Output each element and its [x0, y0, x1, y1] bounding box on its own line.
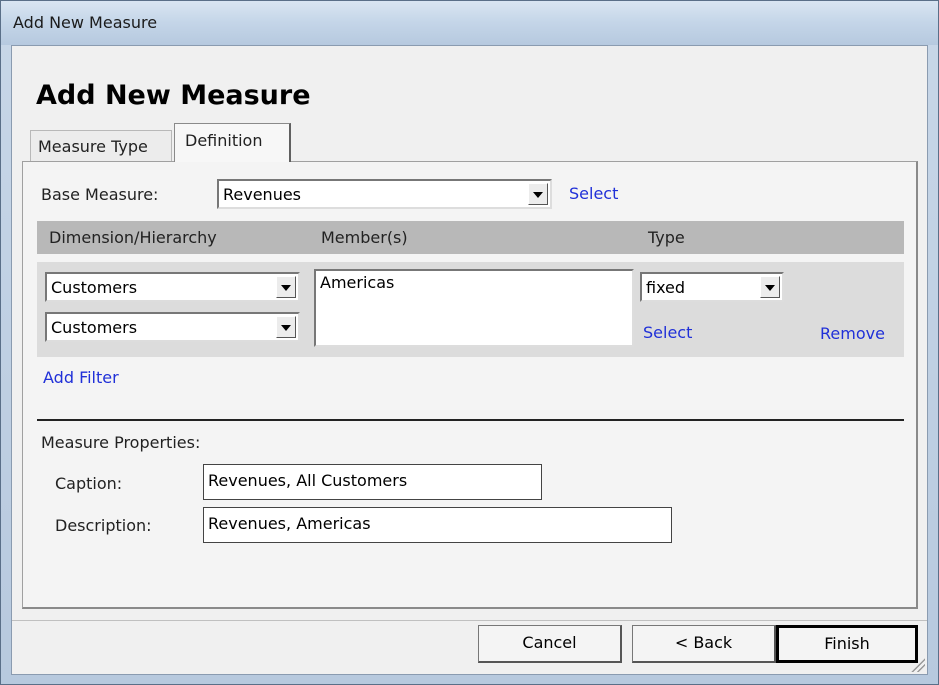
members-select-link[interactable]: Select — [643, 323, 692, 342]
dimension-select[interactable]: Customers — [45, 272, 300, 302]
section-divider — [37, 419, 904, 421]
hierarchy-select[interactable]: Customers — [45, 312, 300, 342]
remove-filter-link[interactable]: Remove — [820, 324, 885, 343]
chevron-down-icon[interactable] — [276, 316, 296, 338]
footer-separator — [12, 620, 927, 621]
base-measure-value: Revenues — [223, 185, 302, 204]
filter-row: Customers Customers Americas fixed Selec… — [37, 262, 904, 357]
caption-label: Caption: — [55, 474, 123, 493]
dialog-window: Add New Measure Add New Measure Measure … — [0, 0, 939, 685]
back-button[interactable]: < Back — [632, 625, 776, 663]
tab-definition[interactable]: Definition — [174, 123, 291, 162]
base-measure-select[interactable]: Revenues — [217, 179, 552, 209]
tab-measure-type[interactable]: Measure Type — [30, 130, 172, 161]
resize-grip-icon[interactable] — [911, 658, 925, 672]
column-header-type: Type — [648, 228, 685, 247]
add-filter-link[interactable]: Add Filter — [43, 368, 119, 387]
dialog-client-area: Add New Measure Measure Type Definition … — [11, 45, 928, 675]
description-input[interactable]: Revenues, Americas — [203, 507, 672, 543]
members-listbox[interactable]: Americas — [314, 269, 634, 347]
description-label: Description: — [55, 516, 152, 535]
dialog-heading: Add New Measure — [36, 80, 311, 111]
base-measure-label: Base Measure: — [41, 185, 159, 204]
chevron-down-icon[interactable] — [528, 183, 548, 205]
measure-properties-label: Measure Properties: — [41, 433, 201, 452]
type-value: fixed — [646, 278, 686, 297]
chevron-down-icon[interactable] — [276, 276, 296, 298]
definition-tab-panel: Base Measure: Revenues Select Dimension/… — [22, 161, 918, 609]
hierarchy-value: Customers — [51, 318, 138, 337]
dimension-value: Customers — [51, 278, 138, 297]
type-select[interactable]: fixed — [640, 272, 784, 302]
caption-value: Revenues, All Customers — [208, 471, 408, 490]
members-value: Americas — [320, 273, 395, 292]
finish-button[interactable]: Finish — [776, 625, 918, 663]
base-measure-select-link[interactable]: Select — [569, 184, 618, 203]
caption-input[interactable]: Revenues, All Customers — [203, 464, 542, 500]
chevron-down-icon[interactable] — [760, 276, 780, 298]
filter-header-band: Dimension/Hierarchy Member(s) Type — [37, 221, 904, 254]
window-title: Add New Measure — [13, 13, 158, 32]
title-bar[interactable]: Add New Measure — [1, 1, 938, 45]
column-header-dimension: Dimension/Hierarchy — [49, 228, 217, 247]
column-header-members: Member(s) — [321, 228, 408, 247]
cancel-button[interactable]: Cancel — [478, 625, 622, 663]
description-value: Revenues, Americas — [208, 514, 371, 533]
